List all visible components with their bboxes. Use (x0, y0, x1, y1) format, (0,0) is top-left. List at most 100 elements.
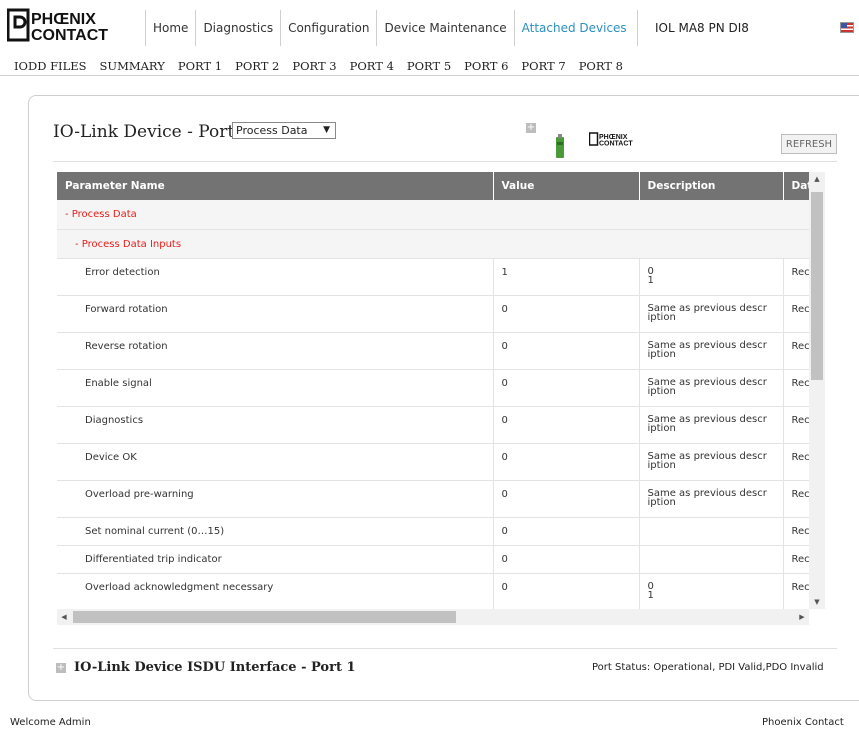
subnav-port-2[interactable]: PORT 2 (235, 58, 279, 75)
phoenix-contact-logo-small: PHŒNIX CONTACT (589, 132, 633, 147)
svg-text:CONTACT: CONTACT (31, 27, 108, 44)
subnav-port-4[interactable]: PORT 4 (350, 58, 394, 75)
col-datatype[interactable]: DataT (783, 172, 809, 200)
welcome-text: Welcome Admin (10, 717, 91, 728)
parameter-table-viewport[interactable]: Parameter Name Value Description DataT -… (57, 172, 809, 609)
subnav-port-8[interactable]: PORT 8 (579, 58, 623, 75)
phoenix-contact-logo[interactable]: PHŒNIX CONTACT (7, 8, 142, 44)
tab-attached-devices[interactable]: Attached Devices (515, 10, 638, 46)
svg-text:CONTACT: CONTACT (599, 141, 633, 147)
vertical-scrollbar[interactable]: ▲ ▼ (809, 172, 825, 609)
desc-line: iption (647, 422, 676, 434)
table-row: Device OK 0 Same as previous descr iption… (57, 443, 809, 481)
table-row: Differentiated trip indicator 0 Recor (57, 545, 809, 574)
param-datatype: Recor (783, 443, 809, 481)
param-name: Set nominal current (0…15) (57, 517, 494, 546)
tab-home[interactable]: Home (146, 10, 197, 46)
divider (53, 161, 837, 162)
tab-device-maintenance[interactable]: Device Maintenance (377, 10, 515, 46)
subnav-port-5[interactable]: PORT 5 (407, 58, 451, 75)
device-name: IOL MA8 PN DI8 (655, 21, 749, 35)
subnav-port-3[interactable]: PORT 3 (292, 58, 336, 75)
param-value: 0 (493, 332, 640, 370)
subnav-port-1[interactable]: PORT 1 (178, 58, 222, 75)
isdu-section-title[interactable]: IO-Link Device ISDU Interface - Port 1 (74, 660, 356, 675)
subnav-port-6[interactable]: PORT 6 (464, 58, 508, 75)
param-value: 0 (493, 573, 640, 609)
param-value: 0 (493, 406, 640, 444)
scroll-right-icon[interactable]: ▶ (795, 609, 809, 625)
select-value: Process Data (236, 124, 308, 137)
param-datatype: Recor (783, 545, 809, 574)
table-row: Diagnostics 0 Same as previous descr ipti… (57, 406, 809, 444)
param-description: Same as previous descr iption (639, 369, 784, 407)
data-view-select[interactable]: Process Data ▼ (232, 122, 336, 139)
param-description: Same as previous descr iption (639, 332, 784, 370)
param-value: 0 (493, 517, 640, 546)
horizontal-scrollbar[interactable]: ◀ ▶ (57, 609, 809, 625)
param-name: Overload pre-warning (57, 480, 494, 518)
table-row: Overload pre-warning 0 Same as previous … (57, 480, 809, 518)
table-row: Reverse rotation 0 Same as previous desc… (57, 332, 809, 370)
param-description: Same as previous descr iption (639, 295, 784, 333)
desc-line: 0 (647, 580, 654, 592)
table-row: Enable signal 0 Same as previous descr ip… (57, 369, 809, 407)
group-row-process-data[interactable]: - Process Data (57, 200, 809, 230)
param-name: Reverse rotation (57, 332, 494, 370)
param-name: Device OK (57, 443, 494, 481)
param-description: Same as previous descr iption (639, 480, 784, 518)
tab-configuration[interactable]: Configuration (281, 10, 378, 46)
param-datatype: Recor (783, 369, 809, 407)
param-datatype: Recor (783, 573, 809, 609)
divider (53, 648, 837, 649)
parameter-table: Parameter Name Value Description DataT -… (57, 172, 809, 609)
param-description: Same as previous descr iption (639, 406, 784, 444)
param-name: Error detection (57, 258, 494, 296)
param-name: Forward rotation (57, 295, 494, 333)
desc-line: 1 (647, 274, 654, 286)
top-bar: PHŒNIX CONTACT Home Diagnostics Configur… (0, 0, 859, 59)
desc-line: iption (647, 459, 676, 471)
subnav-summary[interactable]: SUMMARY (100, 58, 165, 75)
desc-line: 1 (647, 589, 654, 601)
param-description: 01 (639, 573, 784, 609)
param-description: Same as previous descr iption (639, 443, 784, 481)
expand-icon[interactable]: + (56, 663, 66, 673)
param-value: 0 (493, 480, 640, 518)
table-row: Forward rotation 0 Same as previous desc… (57, 295, 809, 333)
panel-title: IO-Link Device - Port 1 (53, 122, 251, 142)
param-datatype: Recor (783, 332, 809, 370)
table-header-row: Parameter Name Value Description DataT (57, 172, 809, 200)
param-datatype: Recor (783, 295, 809, 333)
port-status: Port Status: Operational, PDI Valid,PDO … (592, 662, 824, 673)
param-datatype: Recor (783, 258, 809, 296)
desc-line: iption (647, 311, 676, 323)
param-value: 0 (493, 295, 640, 333)
group-label[interactable]: - Process Data Inputs (57, 229, 809, 259)
col-description[interactable]: Description (639, 172, 784, 200)
group-label[interactable]: - Process Data (57, 200, 809, 230)
scroll-up-icon[interactable]: ▲ (809, 172, 825, 186)
param-description: 01 (639, 258, 784, 296)
param-value: 0 (493, 443, 640, 481)
tab-diagnostics[interactable]: Diagnostics (196, 10, 282, 46)
expand-icon[interactable]: + (526, 123, 536, 133)
col-parameter-name[interactable]: Parameter Name (57, 172, 494, 200)
subnav-port-7[interactable]: PORT 7 (521, 58, 565, 75)
vertical-scroll-thumb[interactable] (811, 192, 823, 380)
col-value[interactable]: Value (493, 172, 640, 200)
table-row: Overload acknowledgment necessary 0 01 R… (57, 573, 809, 609)
group-row-process-data-inputs[interactable]: - Process Data Inputs (57, 229, 809, 259)
table-row: Error detection 1 01 Recor (57, 258, 809, 296)
svg-text:PHŒNIX: PHŒNIX (31, 11, 96, 28)
horizontal-scroll-thumb[interactable] (73, 611, 456, 623)
scroll-left-icon[interactable]: ◀ (57, 609, 71, 625)
desc-line: iption (647, 348, 676, 360)
refresh-button[interactable]: REFRESH (781, 134, 837, 154)
param-name: Differentiated trip indicator (57, 545, 494, 574)
scroll-down-icon[interactable]: ▼ (809, 595, 825, 609)
us-flag-icon[interactable] (840, 22, 854, 33)
param-value: 0 (493, 545, 640, 574)
subnav-iodd-files[interactable]: IODD FILES (14, 58, 87, 75)
desc-line: iption (647, 385, 676, 397)
